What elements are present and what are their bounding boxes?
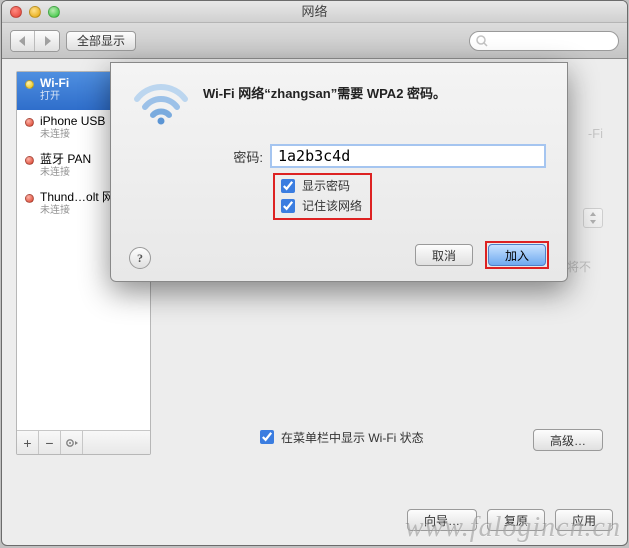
close-window-button[interactable] — [10, 6, 22, 18]
back-button[interactable] — [11, 31, 35, 51]
show-password-checkbox-input[interactable] — [281, 179, 295, 193]
status-dot-icon — [25, 156, 34, 165]
search-field[interactable] — [469, 31, 619, 51]
remove-service-button[interactable]: − — [39, 431, 61, 454]
status-dot-icon — [25, 194, 34, 203]
menubar-status-label: 在菜单栏中显示 Wi-Fi 状态 — [281, 429, 424, 446]
wizard-button[interactable]: 向导… — [407, 509, 477, 531]
sidebar-item-status: 未连接 — [40, 166, 91, 180]
toolbar: 全部显示 — [2, 23, 627, 59]
remember-network-checkbox[interactable]: 记住该网络 — [277, 196, 362, 216]
forward-button[interactable] — [35, 31, 59, 51]
advanced-button[interactable]: 高级… — [533, 429, 603, 451]
wifi-icon — [133, 81, 189, 125]
status-dot-icon — [25, 80, 34, 89]
sidebar-item-status: 打开 — [40, 90, 69, 104]
join-button[interactable]: 加入 — [488, 244, 546, 266]
revert-button[interactable]: 复原 — [487, 509, 545, 531]
sidebar-item-label: Wi-Fi — [40, 76, 69, 90]
password-label: 密码: — [133, 147, 263, 166]
sidebar-item-label: 蓝牙 PAN — [40, 152, 91, 166]
menubar-status-checkbox-input[interactable] — [260, 430, 274, 444]
show-password-label: 显示密码 — [302, 178, 350, 195]
password-input[interactable] — [271, 145, 545, 167]
sidebar-item-label: iPhone USB — [40, 114, 105, 128]
remember-network-checkbox-input[interactable] — [281, 199, 295, 213]
status-fragment: -Fi — [588, 126, 603, 141]
status-dot-icon — [25, 118, 34, 127]
zoom-window-button[interactable] — [48, 6, 60, 18]
dialog-title: Wi-Fi 网络“zhangsan”需要 WPA2 密码。 — [203, 81, 446, 102]
sidebar-item-status: 未连接 — [40, 128, 105, 142]
gear-icon — [65, 437, 79, 449]
help-button[interactable]: ? — [129, 247, 151, 269]
cancel-button[interactable]: 取消 — [415, 244, 473, 266]
search-input[interactable] — [488, 33, 612, 49]
add-service-button[interactable]: + — [17, 431, 39, 454]
network-popup[interactable] — [583, 208, 603, 228]
window-title: 网络 — [301, 4, 327, 19]
show-password-checkbox[interactable]: 显示密码 — [277, 176, 362, 196]
search-icon — [476, 35, 488, 47]
sidebar-footer: + − — [17, 430, 150, 454]
service-actions-button[interactable] — [61, 431, 83, 454]
apply-button[interactable]: 应用 — [555, 509, 613, 531]
titlebar: 网络 — [2, 1, 627, 23]
wifi-password-dialog: Wi-Fi 网络“zhangsan”需要 WPA2 密码。 密码: 显示密码 记… — [110, 62, 568, 282]
nav-back-forward — [10, 30, 60, 52]
remember-network-label: 记住该网络 — [302, 198, 362, 215]
minimize-window-button[interactable] — [29, 6, 41, 18]
window-footer-buttons: 向导… 复原 应用 — [407, 509, 613, 531]
popup-arrows-icon — [589, 212, 597, 224]
menubar-status-checkbox[interactable]: 在菜单栏中显示 Wi-Fi 状态 — [256, 427, 424, 447]
show-all-button[interactable]: 全部显示 — [66, 31, 136, 51]
join-button-highlight: 加入 — [485, 241, 549, 269]
